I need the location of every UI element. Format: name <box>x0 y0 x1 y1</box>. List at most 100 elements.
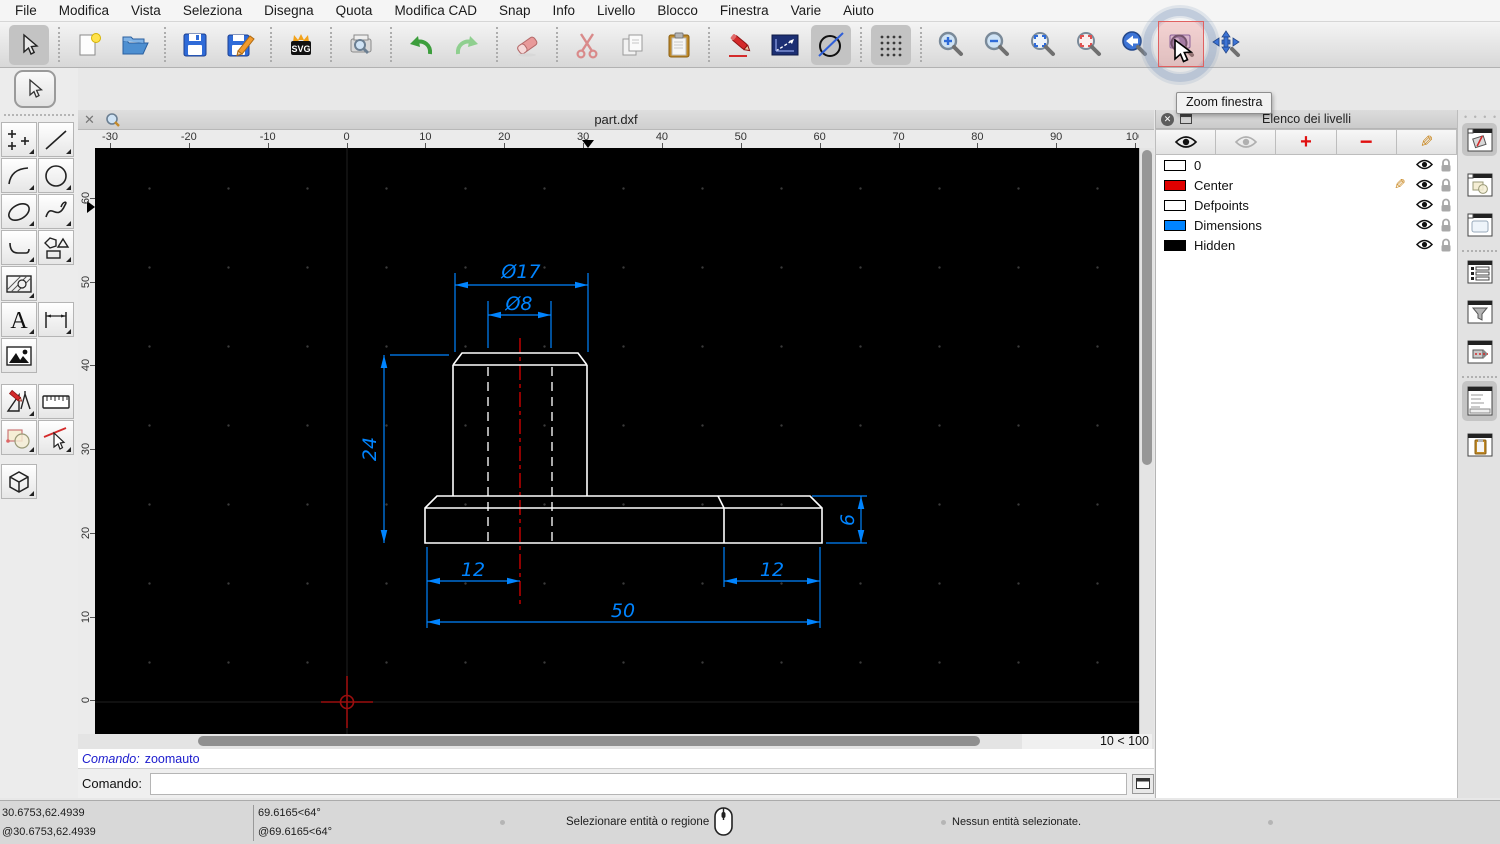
layer-visible-eye-icon[interactable] <box>1416 179 1433 190</box>
polygon-tool-button[interactable] <box>38 230 74 265</box>
layer-row-0[interactable]: 0 <box>1156 155 1457 175</box>
layer-lock-icon[interactable] <box>1440 178 1452 192</box>
polyline-tool-button[interactable] <box>1 230 37 265</box>
layer-color-swatch[interactable] <box>1164 219 1186 231</box>
spline-tool-button[interactable] <box>38 194 74 229</box>
copy-button[interactable] <box>613 25 653 65</box>
layer-visible-eye-icon[interactable] <box>1416 159 1433 170</box>
layer-color-swatch[interactable] <box>1164 199 1186 211</box>
menu-item-disegna[interactable]: Disegna <box>253 0 325 22</box>
redo-button[interactable] <box>447 25 487 65</box>
edit-layer-button[interactable]: ✎ <box>1395 129 1458 155</box>
layer-lock-icon[interactable] <box>1440 238 1452 252</box>
dock-filter-toggle[interactable] <box>1462 295 1497 328</box>
menu-item-snap[interactable]: Snap <box>488 0 542 22</box>
layer-lock-icon[interactable] <box>1440 198 1452 212</box>
solid-3d-tool-button[interactable] <box>1 464 37 499</box>
dock-command-toggle[interactable] <box>1462 381 1497 421</box>
save-as-button[interactable] <box>221 25 261 65</box>
print-preview-button[interactable] <box>341 25 381 65</box>
ellipse-tool-button[interactable] <box>1 194 37 229</box>
menu-item-finestra[interactable]: Finestra <box>709 0 780 22</box>
dock-blocks-toggle[interactable] <box>1462 168 1497 201</box>
drawing-window-titlebar[interactable]: part.dxf ✕ <box>78 110 1154 130</box>
hatch-tool-button[interactable] <box>1 266 37 301</box>
layer-row-center[interactable]: Center ✎ <box>1156 175 1457 195</box>
arc-tool-button[interactable] <box>1 158 37 193</box>
menu-item-vista[interactable]: Vista <box>120 0 172 22</box>
menu-item-file[interactable]: File <box>4 0 48 22</box>
dock-insert-toggle[interactable] <box>1462 335 1497 368</box>
layer-visible-eye-icon[interactable] <box>1416 239 1433 250</box>
layer-row-dimensions[interactable]: Dimensions <box>1156 215 1457 235</box>
modify-tool-button[interactable] <box>1 420 37 455</box>
pan-button[interactable] <box>1207 25 1247 65</box>
menu-item-quota[interactable]: Quota <box>325 0 384 22</box>
layer-color-swatch[interactable] <box>1164 239 1186 251</box>
horizontal-scrollbar-thumb[interactable] <box>198 736 980 746</box>
zoom-out-button[interactable] <box>977 25 1017 65</box>
measure-tool-button[interactable] <box>38 384 74 419</box>
menu-item-varie[interactable]: Varie <box>780 0 833 22</box>
undo-button[interactable] <box>401 25 441 65</box>
entity-select-tool-button[interactable] <box>38 420 74 455</box>
layer-visible-eye-icon[interactable] <box>1416 199 1433 210</box>
horizontal-scrollbar[interactable]: 10 < 100 <box>78 734 1154 749</box>
zoom-window-button[interactable] <box>1143 7 1217 82</box>
dim-inner-diameter-label: Ø8 <box>504 293 532 315</box>
drawing-canvas[interactable]: Ø17 Ø8 24 6 12 12 50 <box>95 148 1139 734</box>
layer-color-swatch[interactable] <box>1164 159 1186 171</box>
command-dock-button[interactable] <box>1132 773 1154 794</box>
remove-layer-button[interactable]: − <box>1335 129 1397 155</box>
zoom-selected-button[interactable] <box>1069 25 1109 65</box>
menu-item-modifica-cad[interactable]: Modifica CAD <box>383 0 488 22</box>
layer-color-swatch[interactable] <box>1164 179 1186 191</box>
show-all-layers-button[interactable] <box>1155 129 1217 155</box>
circle-tool-button[interactable] <box>38 158 74 193</box>
image-tool-button[interactable] <box>1 338 37 373</box>
vertical-scrollbar-thumb[interactable] <box>1142 150 1152 465</box>
delete-button[interactable] <box>507 25 547 65</box>
zoom-in-button[interactable] <box>931 25 971 65</box>
zoom-auto-button[interactable] <box>1023 25 1063 65</box>
layer-lock-icon[interactable] <box>1440 158 1452 172</box>
palette-drag-handle[interactable] <box>4 114 74 116</box>
save-button[interactable] <box>175 25 215 65</box>
menu-item-seleziona[interactable]: Seleziona <box>172 0 253 22</box>
text-tool-button[interactable]: A <box>1 302 37 337</box>
menu-item-modifica[interactable]: Modifica <box>48 0 120 22</box>
add-layer-button[interactable]: + <box>1275 129 1337 155</box>
grid-toggle[interactable] <box>871 24 911 65</box>
zoom-previous-button[interactable] <box>1115 25 1155 65</box>
command-input[interactable] <box>149 772 1128 795</box>
dimension-tool-palette-button[interactable] <box>38 302 74 337</box>
points-tool-button[interactable] <box>1 122 37 157</box>
dock-library-toggle[interactable] <box>1462 208 1497 241</box>
layer-visible-eye-icon[interactable] <box>1416 219 1433 230</box>
export-svg-button[interactable]: SVG <box>281 25 321 65</box>
dock-pen-toolbar-toggle[interactable] <box>1462 123 1497 156</box>
select-tool-button-2[interactable] <box>14 70 56 108</box>
menu-item-livello[interactable]: Livello <box>586 0 646 22</box>
cut-button[interactable] <box>567 25 607 65</box>
menu-item-info[interactable]: Info <box>542 0 587 22</box>
drafting-tools-button[interactable] <box>1 384 37 419</box>
menu-item-blocco[interactable]: Blocco <box>646 0 709 22</box>
paste-button[interactable] <box>659 25 699 65</box>
spline-icon <box>45 200 67 217</box>
new-file-button[interactable] <box>69 25 109 65</box>
menu-item-aiuto[interactable]: Aiuto <box>832 0 885 22</box>
layer-row-hidden[interactable]: Hidden <box>1156 235 1457 255</box>
dock-clipboard-toggle[interactable] <box>1462 428 1497 461</box>
construction-line-toggle[interactable] <box>811 24 851 65</box>
line-tool-button[interactable] <box>38 122 74 157</box>
layer-row-defpoints[interactable]: Defpoints <box>1156 195 1457 215</box>
open-file-button[interactable] <box>115 25 155 65</box>
layer-lock-icon[interactable] <box>1440 218 1452 232</box>
select-tool-button[interactable] <box>9 24 49 65</box>
dimension-tool-button[interactable] <box>765 25 805 65</box>
hide-all-layers-button[interactable] <box>1215 129 1277 155</box>
draw-pencil-button[interactable] <box>719 25 759 65</box>
vertical-scrollbar[interactable] <box>1139 148 1154 734</box>
dock-layer-list-toggle[interactable] <box>1462 255 1497 288</box>
